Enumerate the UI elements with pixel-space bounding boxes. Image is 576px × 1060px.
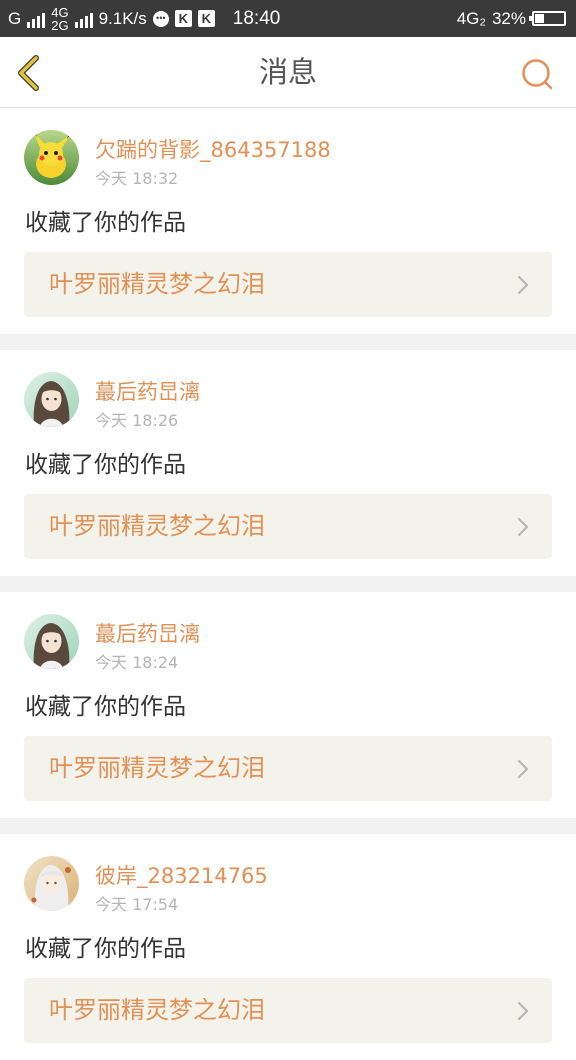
work-link[interactable]: 叶罗丽精灵梦之幻泪 xyxy=(24,252,552,317)
chevron-right-icon xyxy=(517,275,529,295)
message-card[interactable]: 蕞后药旵漓 今天 18:26 收藏了你的作品 叶罗丽精灵梦之幻泪 xyxy=(0,350,576,576)
message-card[interactable]: 欠踹的背影_864357188 今天 18:32 收藏了你的作品 叶罗丽精灵梦之… xyxy=(0,108,576,334)
username[interactable]: 蕞后药旵漓 xyxy=(95,376,200,406)
username[interactable]: 欠踹的背影_864357188 xyxy=(95,134,331,164)
signal-icon xyxy=(27,10,46,28)
battery-icon xyxy=(529,11,566,26)
k-app-icon-2: K xyxy=(197,10,215,27)
message-time: 今天 18:26 xyxy=(95,411,179,430)
work-link[interactable]: 叶罗丽精灵梦之幻泪 xyxy=(24,978,552,1043)
work-link[interactable]: 叶罗丽精灵梦之幻泪 xyxy=(24,494,552,559)
anime-white-hair-avatar[interactable] xyxy=(24,856,79,911)
work-title: 叶罗丽精灵梦之幻泪 xyxy=(49,270,265,298)
message-time: 今天 18:32 xyxy=(95,169,179,188)
network-4g-label: 4G₂ xyxy=(456,8,486,28)
network-speed: 9.1K/s xyxy=(98,8,147,28)
work-link[interactable]: 叶罗丽精灵梦之幻泪 xyxy=(24,736,552,801)
carrier-label: G xyxy=(8,8,22,28)
message-time: 今天 17:54 xyxy=(95,895,179,914)
signal-icon-2 xyxy=(74,10,93,28)
network-type: 4G 2G xyxy=(51,6,68,32)
username[interactable]: 蕞后药旵漓 xyxy=(95,618,200,648)
chevron-right-icon xyxy=(517,517,529,537)
network-bottom-label: 2G xyxy=(51,17,69,33)
work-title: 叶罗丽精灵梦之幻泪 xyxy=(49,754,265,782)
anime-girl-avatar[interactable] xyxy=(24,614,79,669)
action-text: 收藏了你的作品 xyxy=(25,694,186,720)
work-title: 叶罗丽精灵梦之幻泪 xyxy=(49,512,265,540)
app-header: 消息 xyxy=(0,37,576,108)
network-top-label: 4G xyxy=(51,4,69,20)
clock: 18:40 xyxy=(232,7,281,29)
message-card[interactable]: 蕞后药旵漓 今天 18:24 收藏了你的作品 叶罗丽精灵梦之幻泪 xyxy=(0,592,576,818)
status-bar: G 4G 2G 9.1K/s ••• K K 18:40 4G₂ 32% xyxy=(0,0,576,37)
pikachu-avatar[interactable] xyxy=(24,130,79,185)
action-text: 收藏了你的作品 xyxy=(25,210,186,236)
work-title: 叶罗丽精灵梦之幻泪 xyxy=(49,996,265,1024)
chevron-right-icon xyxy=(517,1001,529,1021)
message-time: 今天 18:24 xyxy=(95,653,179,672)
chat-bubble-icon: ••• xyxy=(152,10,169,27)
k-app-icon: K xyxy=(174,10,192,27)
battery-percent: 32% xyxy=(491,8,526,28)
action-text: 收藏了你的作品 xyxy=(25,936,186,962)
username[interactable]: 彼岸_283214765 xyxy=(95,860,268,890)
anime-girl-avatar[interactable] xyxy=(24,372,79,427)
search-icon[interactable] xyxy=(520,57,554,91)
action-text: 收藏了你的作品 xyxy=(25,452,186,478)
chevron-right-icon xyxy=(517,759,529,779)
page-title: 消息 xyxy=(258,55,317,89)
message-card[interactable]: 彼岸_283214765 今天 17:54 收藏了你的作品 叶罗丽精灵梦之幻泪 xyxy=(0,834,576,1060)
